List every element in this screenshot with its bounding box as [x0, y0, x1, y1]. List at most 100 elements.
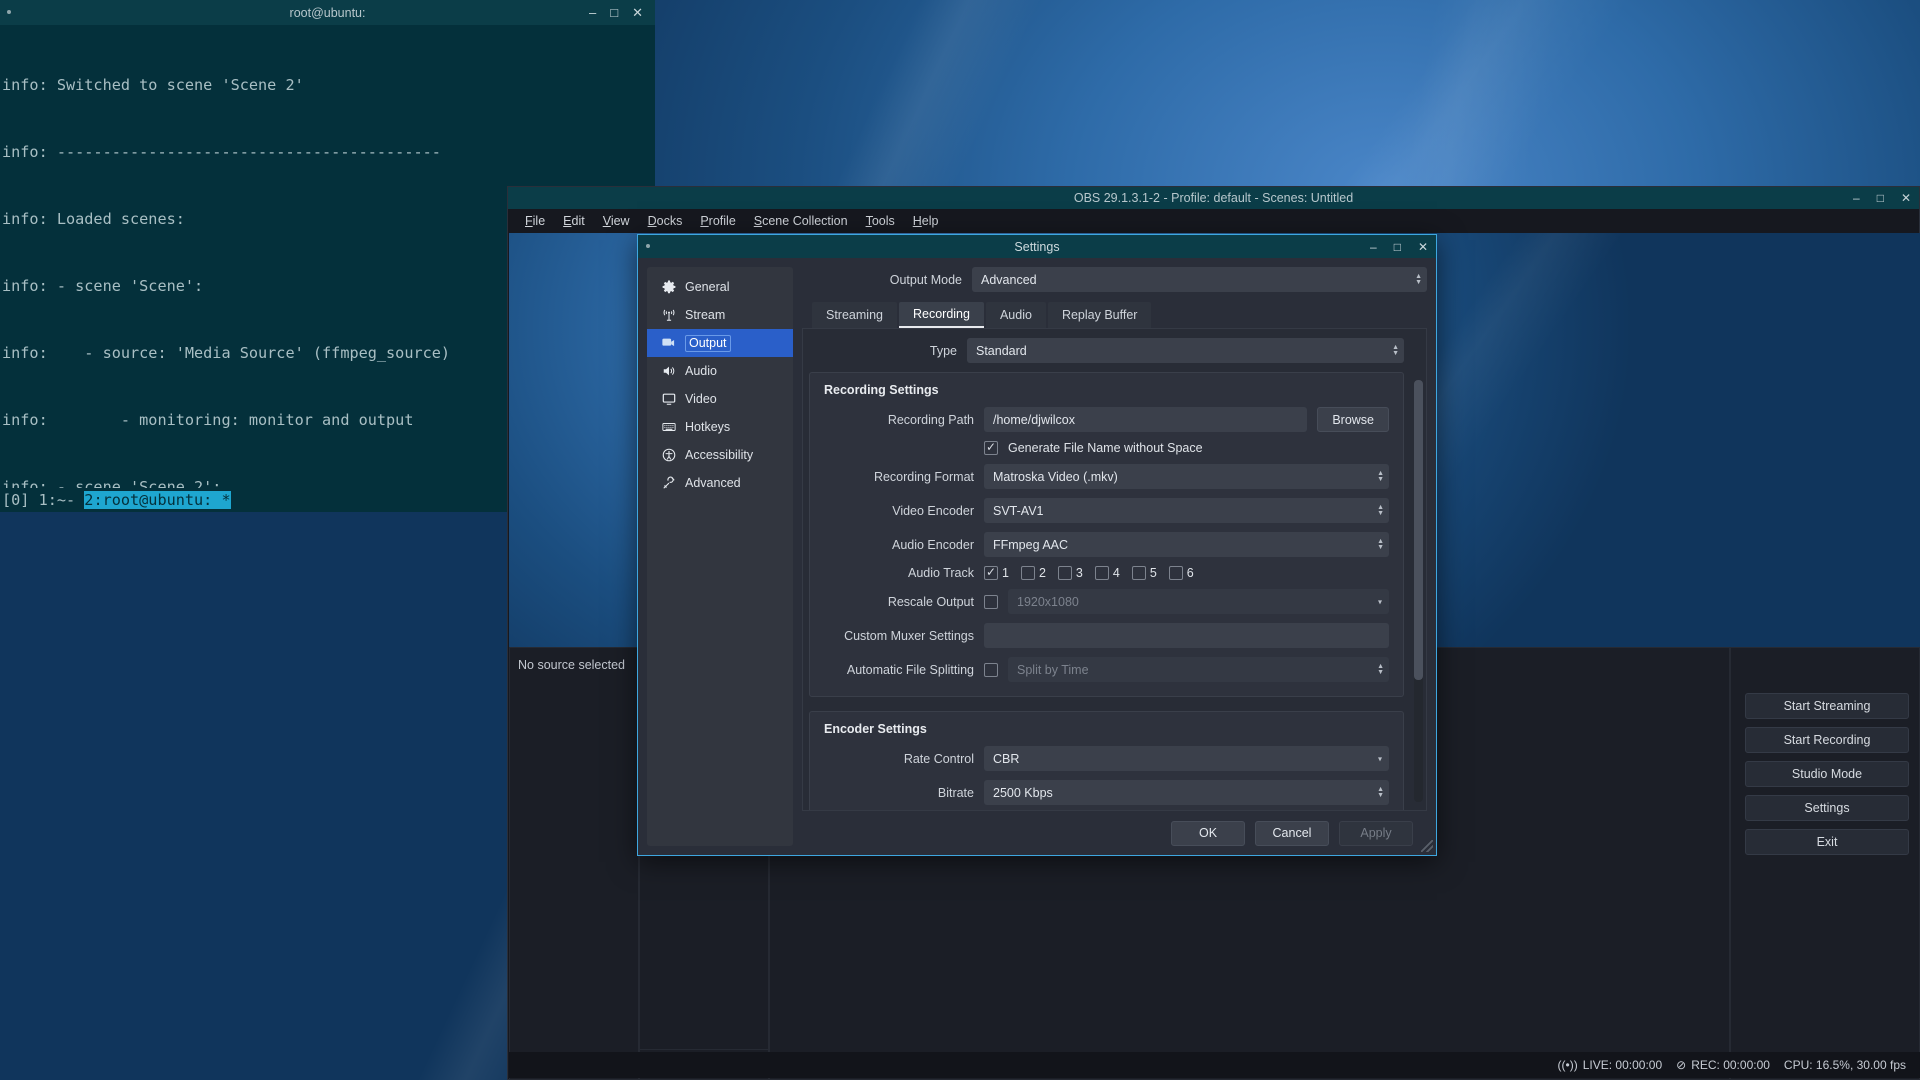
auto-file-splitting-select[interactable]: Split by Time ▲ ▼	[1008, 657, 1389, 682]
video-encoder-select[interactable]: SVT-AV1 ▲ ▼	[984, 498, 1389, 523]
spinner-icon[interactable]: ▲ ▼	[1377, 504, 1384, 517]
terminal-close-icon[interactable]: ✕	[632, 6, 643, 19]
obs-maximize-icon[interactable]: □	[1877, 191, 1884, 205]
type-select[interactable]: Standard ▲ ▼	[967, 338, 1404, 363]
obs-close-icon[interactable]: ✕	[1901, 191, 1911, 205]
terminal-maximize-icon[interactable]: □	[610, 6, 618, 19]
audio-track-3[interactable]: 3	[1057, 566, 1083, 580]
menu-edit[interactable]: Edit	[554, 211, 594, 231]
rescale-output-checkbox[interactable]	[984, 594, 998, 609]
audio-track-5-checkbox[interactable]	[1131, 566, 1146, 580]
type-value: Standard	[976, 343, 1027, 358]
settings-close-icon[interactable]: ✕	[1418, 240, 1428, 254]
recording-format-select[interactable]: Matroska Video (.mkv) ▲ ▼	[984, 464, 1389, 489]
settings-menu-dot-icon[interactable]	[646, 244, 650, 248]
audio-track-1[interactable]: 1	[984, 564, 1009, 580]
sidebar-item-accessibility[interactable]: Accessibility	[647, 441, 793, 469]
menu-tools[interactable]: Tools	[857, 211, 904, 231]
obs-controls-panel[interactable]: Start Streaming Start Recording Studio M…	[1737, 685, 1917, 863]
recording-path-input[interactable]: /home/djwilcox	[984, 407, 1308, 432]
settings-dialog[interactable]: Settings – □ ✕ General Stream Output Aud…	[637, 234, 1437, 856]
spinner-icon[interactable]: ▲ ▼	[1377, 786, 1384, 799]
sidebar-item-stream[interactable]: Stream	[647, 301, 793, 329]
obs-menubar[interactable]: File Edit View Docks Profile Scene Colle…	[508, 209, 1919, 232]
obs-minimize-icon[interactable]: –	[1853, 191, 1860, 205]
rescale-output-select[interactable]: 1920x1080 ▾	[1008, 589, 1389, 614]
audio-track-6-checkbox[interactable]	[1168, 566, 1183, 580]
bitrate-spinbox[interactable]: 2500 Kbps ▲ ▼	[984, 780, 1389, 805]
audio-track-2-checkbox[interactable]	[1020, 566, 1035, 580]
spinner-icon[interactable]: ▲ ▼	[1377, 663, 1384, 676]
settings-minimize-icon[interactable]: –	[1370, 240, 1377, 254]
rate-control-row: Rate Control CBR ▾	[824, 746, 1389, 771]
chevron-down-icon[interactable]: ▾	[1378, 597, 1382, 606]
tab-streaming[interactable]: Streaming	[812, 302, 897, 328]
ok-button[interactable]: OK	[1171, 820, 1245, 846]
terminal-minimize-icon[interactable]: –	[589, 6, 596, 19]
settings-scrollbar[interactable]	[1414, 380, 1423, 802]
exit-button[interactable]: Exit	[1745, 829, 1909, 855]
tab-recording[interactable]: Recording	[898, 302, 984, 328]
sidebar-item-output[interactable]: Output	[647, 329, 793, 357]
sidebar-item-general[interactable]: General	[647, 273, 793, 301]
settings-scrollbar-thumb[interactable]	[1414, 380, 1423, 680]
sidebar-item-video[interactable]: Video	[647, 385, 793, 413]
settings-button[interactable]: Settings	[1745, 795, 1909, 821]
sidebar-label-advanced: Advanced	[685, 476, 741, 490]
audio-track-2[interactable]: 2	[1020, 566, 1046, 580]
rate-control-label: Rate Control	[903, 751, 974, 766]
sidebar-item-audio[interactable]: Audio	[647, 357, 793, 385]
audio-encoder-select[interactable]: FFmpeg AAC ▲ ▼	[984, 532, 1389, 557]
tmux-active-window[interactable]: 2:root@ubuntu: *	[84, 491, 231, 509]
video-encoder-label: Video Encoder	[892, 503, 974, 518]
output-tabs[interactable]: Streaming Recording Audio Replay Buffer	[802, 302, 1427, 328]
audio-track-1-label: 1	[1002, 566, 1009, 580]
rate-control-select[interactable]: CBR ▾	[984, 746, 1389, 771]
spinner-icon[interactable]: ▲ ▼	[1415, 273, 1422, 286]
generate-filename-checkbox[interactable]	[984, 439, 998, 455]
start-streaming-button[interactable]: Start Streaming	[1745, 693, 1909, 719]
chevron-down-icon[interactable]: ▾	[1378, 754, 1382, 763]
settings-maximize-icon[interactable]: □	[1394, 240, 1401, 254]
gear-icon	[661, 280, 676, 295]
audio-track-checkboxes[interactable]: 1 2 3	[984, 564, 1200, 580]
settings-scroll-area[interactable]: Recording Settings Recording Path /home/…	[803, 372, 1426, 810]
audio-encoder-value: FFmpeg AAC	[993, 537, 1069, 552]
settings-window-buttons[interactable]: – □ ✕	[1370, 235, 1428, 258]
sidebar-item-hotkeys[interactable]: Hotkeys	[647, 413, 793, 441]
audio-track-5[interactable]: 5	[1131, 566, 1157, 580]
tab-audio[interactable]: Audio	[985, 302, 1046, 328]
menu-view[interactable]: View	[594, 211, 639, 231]
obs-window-buttons[interactable]: – □ ✕	[1853, 187, 1911, 209]
audio-track-3-checkbox[interactable]	[1057, 566, 1072, 580]
start-recording-button[interactable]: Start Recording	[1745, 727, 1909, 753]
menu-file[interactable]: File	[516, 211, 554, 231]
auto-file-splitting-checkbox[interactable]	[984, 662, 998, 677]
custom-muxer-label: Custom Muxer Settings	[844, 628, 974, 643]
resize-grip-icon[interactable]	[1421, 840, 1433, 852]
menu-help-rest: elp	[921, 213, 939, 228]
tab-replay-buffer[interactable]: Replay Buffer	[1047, 302, 1152, 328]
studio-mode-button[interactable]: Studio Mode	[1745, 761, 1909, 787]
audio-track-4[interactable]: 4	[1094, 566, 1120, 580]
menu-profile[interactable]: Profile	[691, 211, 744, 231]
custom-muxer-input[interactable]	[984, 623, 1389, 648]
menu-help[interactable]: Help	[904, 211, 948, 231]
browse-button[interactable]: Browse	[1317, 407, 1389, 432]
terminal-window-buttons[interactable]: – □ ✕	[589, 0, 649, 25]
output-mode-select[interactable]: Advanced ▲ ▼	[972, 267, 1427, 292]
audio-track-4-checkbox[interactable]	[1094, 566, 1109, 580]
audio-track-1-checkbox[interactable]	[984, 564, 998, 580]
audio-encoder-label: Audio Encoder	[891, 537, 974, 552]
spinner-icon[interactable]: ▲ ▼	[1377, 470, 1384, 483]
cancel-button[interactable]: Cancel	[1255, 820, 1329, 846]
menu-scene-collection[interactable]: Scene Collection	[745, 211, 857, 231]
sidebar-item-advanced[interactable]: Advanced	[647, 469, 793, 497]
terminal-menu-dot-icon[interactable]	[7, 10, 11, 14]
settings-sidebar[interactable]: General Stream Output Audio Video Hotkey…	[647, 267, 793, 846]
audio-track-6[interactable]: 6	[1168, 566, 1194, 580]
menu-docks[interactable]: Docks	[639, 211, 692, 231]
spinner-icon[interactable]: ▲ ▼	[1377, 538, 1384, 551]
settings-titlebar: Settings – □ ✕	[638, 235, 1436, 258]
spinner-icon[interactable]: ▲ ▼	[1392, 344, 1399, 357]
